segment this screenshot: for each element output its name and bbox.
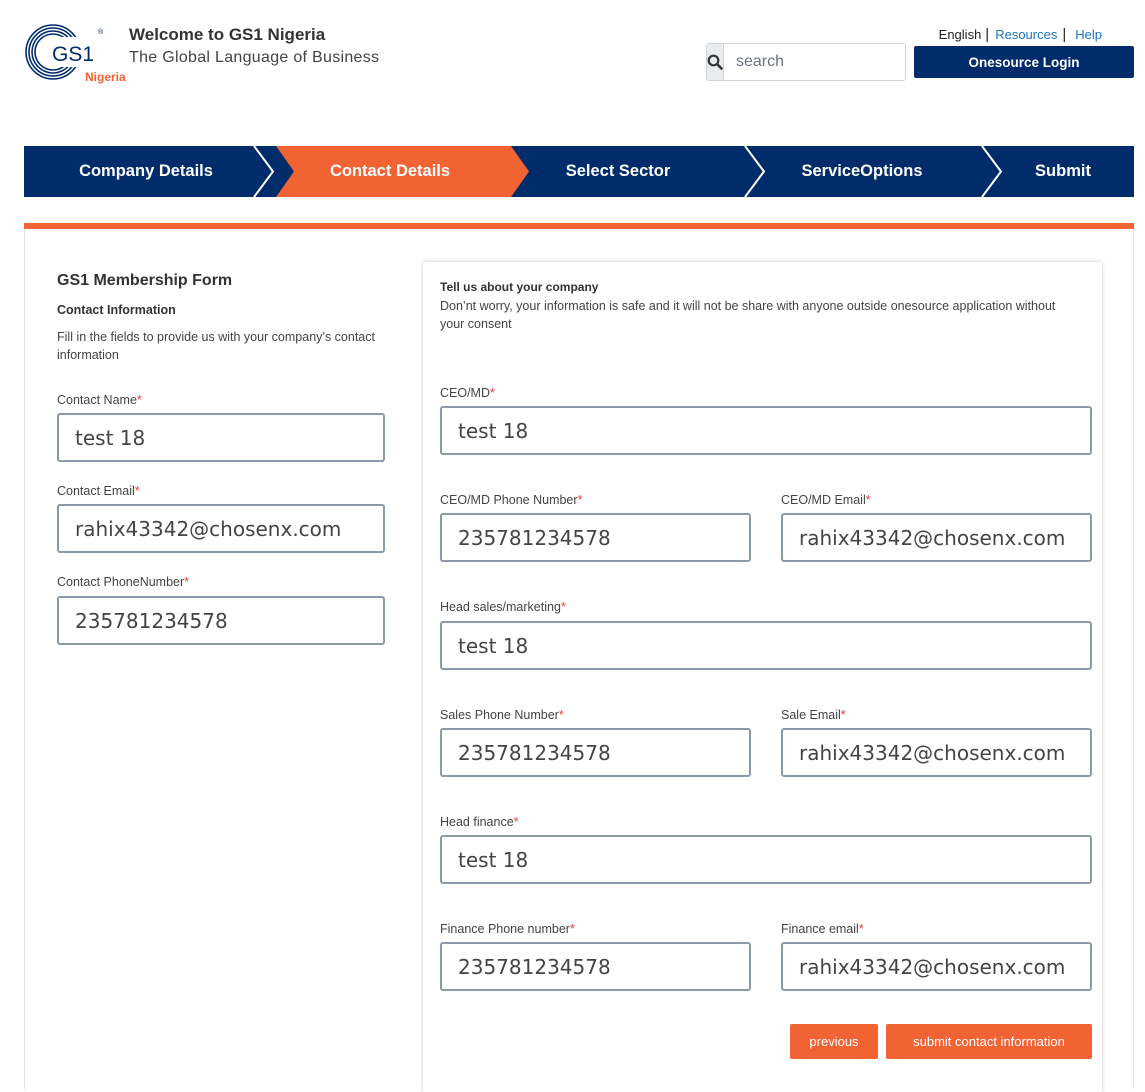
onesource-login-button[interactable]: Onesource Login <box>914 46 1134 78</box>
contact-phone-label: Contact PhoneNumber* <box>57 575 190 589</box>
contact-email-label: Contact Email* <box>57 484 140 498</box>
panel-title: Tell us about your company <box>440 280 599 294</box>
contact-name-input[interactable] <box>57 413 385 462</box>
head-finance-input[interactable] <box>440 835 1092 884</box>
previous-button[interactable]: previous <box>790 1024 878 1059</box>
search-icon <box>707 54 723 70</box>
form-title: GS1 Membership Form <box>57 272 233 289</box>
help-link[interactable]: Help <box>1075 27 1102 42</box>
site-title: Welcome to GS1 Nigeria <box>129 25 326 44</box>
finance-email-input[interactable] <box>781 942 1092 991</box>
section-description: Fill in the fields to provide us with yo… <box>57 330 375 362</box>
search-input[interactable] <box>724 44 905 80</box>
resources-link[interactable]: Resources <box>995 27 1057 42</box>
site-tagline: The Global Language of Business <box>129 49 380 66</box>
gs1-logo[interactable]: GS1 ® Nigeria <box>24 24 134 88</box>
step-service-options[interactable]: ServiceOptions <box>754 146 970 197</box>
sales-phone-input[interactable] <box>440 728 751 777</box>
head-sales-label: Head sales/marketing* <box>440 600 566 614</box>
search-button[interactable] <box>707 44 724 80</box>
logo-country: Nigeria <box>85 70 126 84</box>
step-contact-details[interactable]: Contact Details <box>272 146 508 197</box>
submit-contact-button[interactable]: submit contact information <box>886 1024 1092 1059</box>
step-company-details[interactable]: Company Details <box>24 146 268 197</box>
finance-email-label: Finance email* <box>781 922 864 936</box>
svg-text:®: ® <box>98 28 104 36</box>
sales-email-input[interactable] <box>781 728 1092 777</box>
ceo-input[interactable] <box>440 406 1092 455</box>
progress-steps: Company Details Contact Details Select S… <box>24 146 1134 197</box>
finance-phone-label: Finance Phone number* <box>440 922 575 936</box>
sales-phone-label: Sales Phone Number* <box>440 708 564 722</box>
divider: | <box>1062 26 1067 43</box>
ceo-label: CEO/MD* <box>440 386 495 400</box>
language-link[interactable]: English <box>939 27 982 42</box>
ceo-phone-input[interactable] <box>440 513 751 562</box>
head-finance-label: Head finance* <box>440 815 519 829</box>
ceo-phone-label: CEO/MD Phone Number* <box>440 493 583 507</box>
head-sales-input[interactable] <box>440 621 1092 670</box>
ceo-email-input[interactable] <box>781 513 1092 562</box>
panel-description: Don’nt worry, your information is safe a… <box>440 299 1056 331</box>
step-select-sector[interactable]: Select Sector <box>514 146 722 197</box>
contact-name-label: Contact Name* <box>57 393 142 407</box>
top-links: English | Resources | Help <box>939 27 1102 42</box>
sales-email-label: Sale Email* <box>781 708 846 722</box>
ceo-email-label: CEO/MD Email* <box>781 493 871 507</box>
divider: | <box>985 26 990 43</box>
logo-text: GS1 <box>52 43 94 66</box>
contact-email-input[interactable] <box>57 504 385 553</box>
section-title: Contact Information <box>57 303 176 317</box>
step-submit[interactable]: Submit <box>1012 146 1114 197</box>
contact-phone-input[interactable] <box>57 596 385 645</box>
search-box <box>706 43 906 81</box>
finance-phone-input[interactable] <box>440 942 751 991</box>
